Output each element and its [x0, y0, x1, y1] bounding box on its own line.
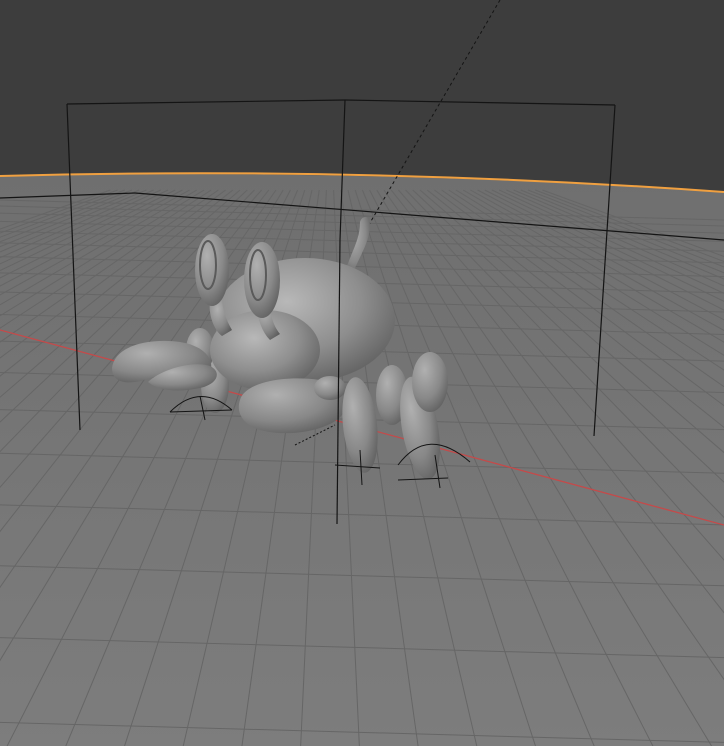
crab-leg — [412, 352, 448, 412]
crab-claw-right-joint — [314, 376, 346, 400]
viewport-scene[interactable] — [0, 0, 724, 746]
3d-viewport[interactable] — [0, 0, 724, 746]
